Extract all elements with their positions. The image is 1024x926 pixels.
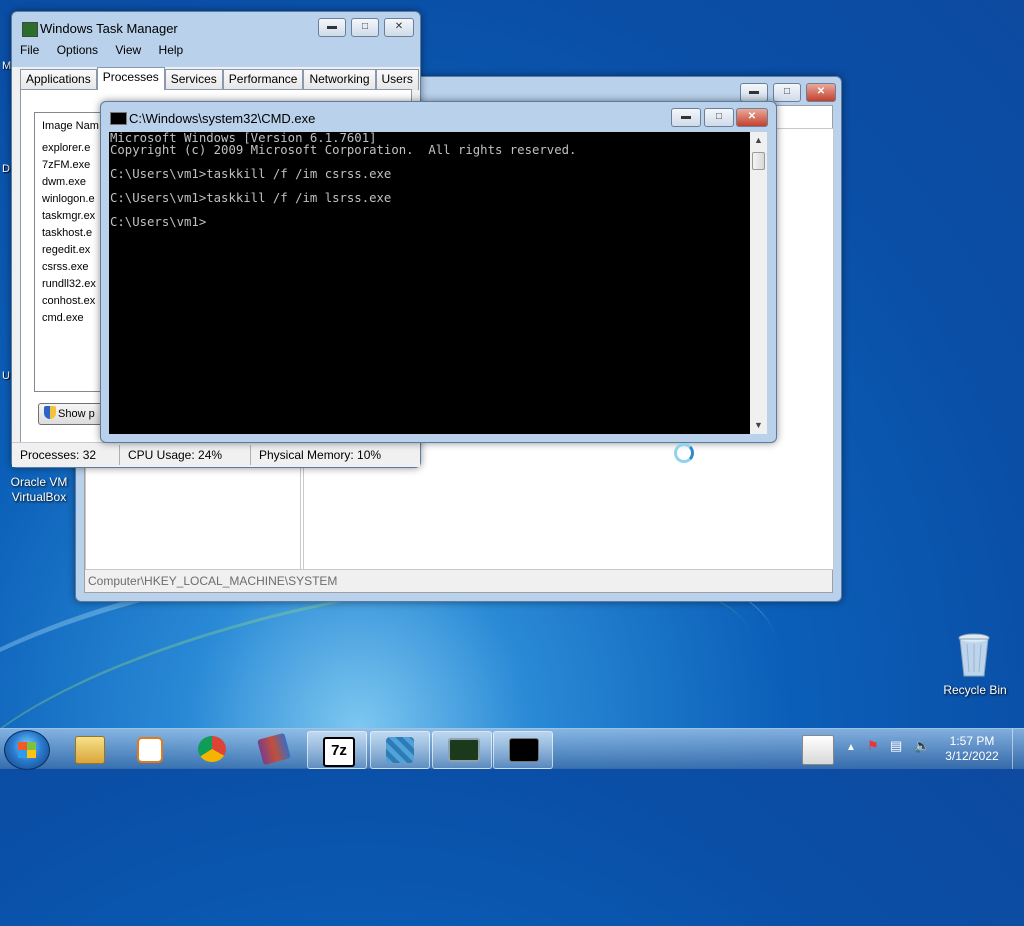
process-count: Processes: 32: [20, 448, 97, 462]
console-output[interactable]: Microsoft Windows [Version 6.1.7601] Cop…: [109, 132, 750, 434]
cmd-taskbar-icon: [509, 738, 539, 762]
desktop-icon-label-partial[interactable]: M: [2, 60, 11, 72]
desktop-icon-virtualbox[interactable]: Oracle VM VirtualBox: [4, 475, 74, 505]
clock-time: 1:57 PM: [949, 734, 995, 748]
maximize-button[interactable]: □: [773, 83, 801, 102]
maximize-button[interactable]: □: [704, 108, 734, 127]
scroll-thumb[interactable]: [752, 152, 765, 170]
regedit-statusbar: Computer\HKEY_LOCAL_MACHINE\SYSTEM: [85, 569, 832, 592]
taskbar-winrar[interactable]: [245, 731, 303, 767]
scroll-down-arrow-icon[interactable]: ▼: [750, 417, 767, 434]
taskbar-clock[interactable]: 1:57 PM 3/12/2022: [942, 734, 1002, 764]
close-button[interactable]: ✕: [736, 108, 768, 127]
media-player-icon: [137, 737, 163, 763]
clock-date: 3/12/2022: [945, 749, 999, 763]
taskbar-chrome[interactable]: [183, 731, 241, 767]
taskbar-media-player[interactable]: [120, 731, 178, 767]
pen-input-icon[interactable]: [802, 735, 834, 765]
desktop-icon-label-partial[interactable]: U: [2, 370, 10, 382]
tab-users[interactable]: Users: [375, 69, 419, 90]
cpu-usage: CPU Usage: 24%: [128, 448, 223, 462]
taskbar-cmd[interactable]: [493, 731, 553, 769]
minimize-button[interactable]: ▬: [740, 83, 768, 102]
task-manager-icon: [22, 22, 38, 37]
tab-networking[interactable]: Networking: [303, 69, 376, 90]
windows-logo-icon: [18, 742, 36, 758]
menu-bar: File Options View Help: [20, 43, 197, 57]
close-button[interactable]: ✕: [806, 83, 836, 102]
menu-help[interactable]: Help: [159, 43, 184, 57]
chrome-icon: [198, 736, 226, 762]
window-title: Windows Task Manager: [40, 21, 178, 36]
registry-editor-icon: [386, 737, 414, 763]
maximize-button[interactable]: □: [351, 18, 379, 37]
scroll-up-arrow-icon[interactable]: ▲: [750, 132, 767, 149]
taskbar: 7z ▲ ⚑ ▤ 🔈 1:57 PM 3/12/2022: [0, 728, 1024, 770]
start-button[interactable]: [4, 730, 50, 770]
show-hidden-icons-chevron-icon[interactable]: ▲: [846, 742, 856, 753]
task-manager-statusbar: Processes: 32 CPU Usage: 24% Physical Me…: [12, 442, 420, 467]
status-divider: [119, 445, 120, 465]
tab-applications[interactable]: Applications: [20, 69, 97, 90]
busy-cursor-icon: [674, 443, 694, 463]
task-manager-taskbar-icon: [448, 738, 480, 762]
minimize-button[interactable]: ▬: [671, 108, 701, 127]
uac-shield-icon: [44, 406, 56, 419]
taskbar-windows-explorer[interactable]: [60, 731, 118, 767]
network-icon[interactable]: ▤: [890, 738, 902, 754]
tab-strip: Applications Processes Services Performa…: [20, 67, 419, 90]
7zip-icon: 7z: [323, 737, 355, 767]
cmd-icon: [110, 112, 127, 125]
close-button[interactable]: ✕: [384, 18, 414, 37]
menu-view[interactable]: View: [115, 43, 141, 57]
volume-icon[interactable]: 🔈: [914, 738, 930, 754]
physical-memory: Physical Memory: 10%: [259, 448, 382, 462]
minimize-button[interactable]: ▬: [318, 18, 346, 37]
winrar-icon: [257, 732, 291, 766]
show-desktop-button[interactable]: [1012, 729, 1024, 769]
desktop-icon-label-partial[interactable]: D: [2, 163, 10, 175]
tab-processes[interactable]: Processes: [96, 67, 165, 90]
window-title: C:\Windows\system32\CMD.exe: [129, 111, 316, 126]
tab-services[interactable]: Services: [164, 69, 223, 90]
cmd-window[interactable]: C:\Windows\system32\CMD.exe ▬ □ ✕ Micros…: [100, 101, 777, 443]
taskbar-task-manager[interactable]: [432, 731, 492, 769]
menu-file[interactable]: File: [20, 43, 39, 57]
taskbar-regedit[interactable]: [370, 731, 430, 769]
button-label: Show p: [58, 408, 95, 420]
recycle-bin-icon[interactable]: [957, 632, 991, 678]
vertical-scrollbar[interactable]: ▲ ▼: [750, 132, 767, 434]
tab-performance[interactable]: Performance: [222, 69, 304, 90]
action-center-flag-icon[interactable]: ⚑: [867, 738, 879, 754]
menu-options[interactable]: Options: [57, 43, 98, 57]
desktop-icon-recycle-bin[interactable]: Recycle Bin: [940, 683, 1010, 698]
status-divider: [250, 445, 251, 465]
taskbar-7zip[interactable]: 7z: [307, 731, 367, 769]
folder-icon: [75, 736, 105, 764]
console-text: Microsoft Windows [Version 6.1.7601] Cop…: [110, 131, 577, 229]
